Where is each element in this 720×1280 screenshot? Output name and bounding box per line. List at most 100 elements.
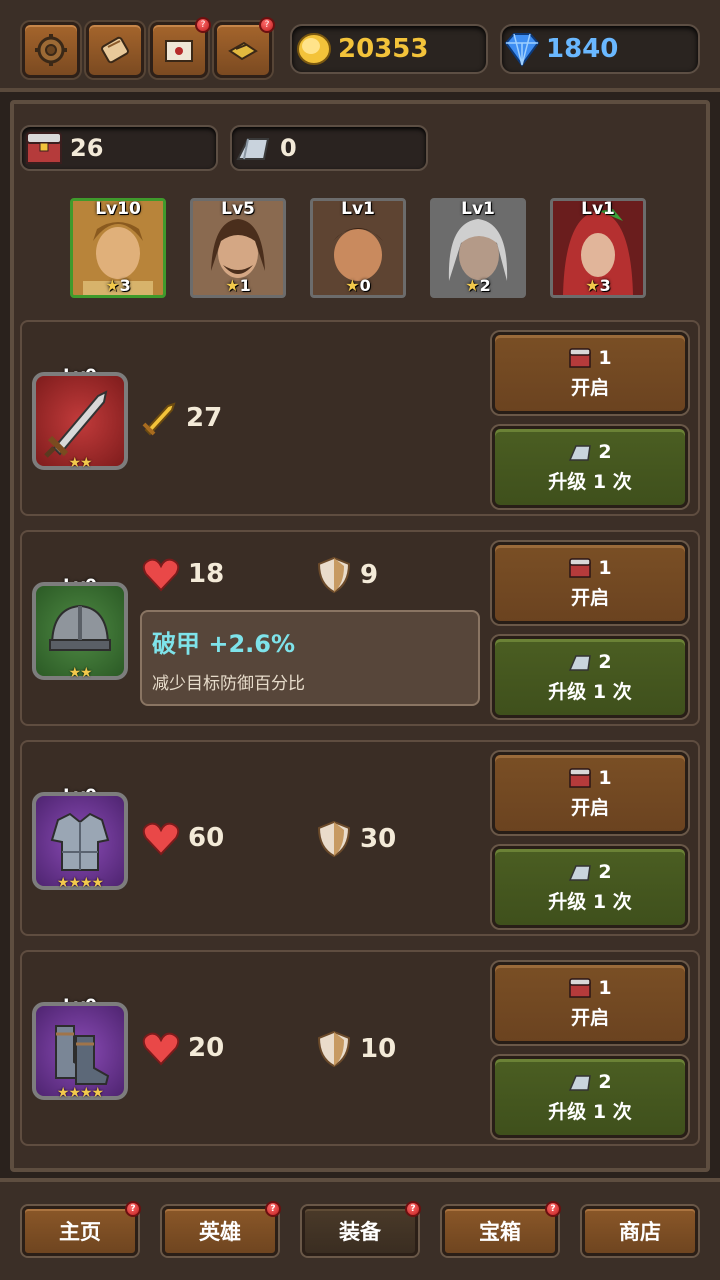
hero-portrait-1[interactable]: Lv10 ★3	[70, 198, 166, 298]
shield-icon	[317, 1030, 351, 1068]
open-label: 开启	[570, 376, 609, 399]
gold-coin-icon	[297, 33, 331, 65]
mail-button[interactable]: ?	[150, 17, 211, 78]
whetstone-icon	[236, 138, 270, 160]
open-cost: 1	[598, 556, 612, 579]
defense-value: 10	[360, 1034, 397, 1064]
shield-icon	[317, 820, 351, 858]
chest-icon	[569, 977, 592, 998]
settings-button[interactable]	[22, 22, 80, 78]
book-button[interactable]: ?	[214, 17, 275, 78]
chest-counter: 26	[20, 125, 218, 171]
nav-badge: ?	[125, 1201, 141, 1217]
chest-icon	[26, 132, 62, 164]
defense-stat: 9	[316, 556, 378, 594]
upgrade-label: 升级 1 次	[548, 1100, 632, 1123]
nav-label: 装备	[339, 1220, 381, 1244]
nav-home[interactable]: 主页 ?	[22, 1201, 141, 1256]
defense-value: 9	[360, 560, 379, 590]
chest-icon	[569, 347, 592, 368]
gem-icon	[504, 33, 540, 67]
equipment-stars: ★★★★	[56, 1085, 104, 1101]
open-cost: 1	[598, 346, 612, 369]
chest-icon	[569, 767, 592, 788]
heart-icon	[142, 822, 180, 856]
gem-counter: 1840	[500, 24, 700, 74]
mail-badge: ?	[195, 17, 211, 33]
hero-level: Lv1	[581, 199, 615, 219]
nav-badge: ?	[545, 1201, 561, 1217]
open-button[interactable]: 1 开启	[492, 332, 688, 414]
hero-portrait-3[interactable]: Lv1 ★0	[310, 198, 406, 298]
upgrade-label: 升级 1 次	[548, 470, 632, 493]
nav-label: 英雄	[199, 1220, 241, 1244]
quest-button[interactable]	[86, 22, 144, 78]
upgrade-cost: 2	[598, 1070, 612, 1093]
defense-stat: 30	[316, 820, 396, 858]
upgrade-cost: 2	[598, 650, 612, 673]
gem-value: 1840	[546, 34, 619, 64]
hp-value: 18	[188, 559, 225, 589]
mail-icon	[165, 40, 193, 62]
attack-stat: 27	[142, 400, 222, 436]
nav-label: 主页	[59, 1220, 101, 1244]
open-button[interactable]: 1 开启	[492, 962, 688, 1044]
whetstone-icon	[569, 1074, 592, 1091]
scroll-icon	[101, 36, 129, 64]
stone-counter: 0	[230, 125, 428, 171]
hero-level: Lv1	[341, 199, 375, 219]
nav-heroes[interactable]: 英雄 ?	[162, 1201, 281, 1256]
nav-chests[interactable]: 宝箱 ?	[442, 1201, 561, 1256]
equipment-stars: ★★	[68, 665, 92, 681]
tooltip-title: 破甲 +2.6%	[152, 630, 296, 658]
open-label: 开启	[570, 586, 609, 609]
hero-portrait-5[interactable]: Lv1 ★3	[550, 198, 646, 298]
whetstone-icon	[569, 864, 592, 881]
nav-equipment[interactable]: 装备 ?	[302, 1201, 421, 1256]
book-icon	[228, 41, 258, 61]
hero-portrait-4[interactable]: Lv1 ★2	[430, 198, 526, 298]
open-button[interactable]: 1 开启	[492, 752, 688, 834]
nav-label: 商店	[619, 1220, 661, 1244]
heart-icon	[142, 558, 180, 592]
heart-icon	[142, 1032, 180, 1066]
open-button[interactable]: 1 开启	[492, 542, 688, 624]
defense-value: 30	[360, 824, 397, 854]
shield-icon	[317, 556, 351, 594]
equipment-stars: ★★	[68, 455, 92, 471]
hero-stars: ★3	[105, 276, 131, 295]
upgrade-button[interactable]: 2 升级 1 次	[492, 846, 688, 928]
hero-stars: ★0	[345, 276, 371, 295]
open-label: 开启	[570, 1006, 609, 1029]
hp-stat: 60	[142, 820, 224, 856]
hero-level: Lv10	[95, 199, 141, 219]
tooltip-description: 减少目标防御百分比	[152, 674, 305, 694]
upgrade-cost: 2	[598, 860, 612, 883]
skill-tooltip: 破甲 +2.6% 减少目标防御百分比	[140, 610, 480, 706]
upgrade-label: 升级 1 次	[548, 680, 632, 703]
helmet-icon	[49, 604, 111, 651]
nav-shop[interactable]: 商店	[582, 1206, 698, 1256]
upgrade-button[interactable]: 2 升级 1 次	[492, 636, 688, 718]
attack-value: 27	[186, 403, 223, 433]
chest-count: 26	[70, 134, 104, 162]
upgrade-button[interactable]: 2 升级 1 次	[492, 1056, 688, 1138]
hero-portrait-2[interactable]: Lv5 ★1	[190, 198, 286, 298]
gold-value: 20353	[338, 34, 429, 64]
chest-icon	[569, 557, 592, 578]
hero-stars: ★2	[465, 276, 491, 295]
nav-badge: ?	[265, 1201, 281, 1217]
gear-icon	[35, 34, 67, 66]
upgrade-cost: 2	[598, 440, 612, 463]
nav-badge: ?	[405, 1201, 421, 1217]
upgrade-label: 升级 1 次	[548, 890, 632, 913]
upgrade-button[interactable]: 2 升级 1 次	[492, 426, 688, 508]
attack-sword-icon	[142, 402, 176, 436]
open-label: 开启	[570, 796, 609, 819]
stone-count: 0	[280, 134, 297, 162]
defense-stat: 10	[316, 1030, 396, 1068]
whetstone-icon	[569, 444, 592, 461]
hero-stars: ★3	[585, 276, 611, 295]
open-cost: 1	[598, 766, 612, 789]
sword-icon	[44, 390, 108, 458]
